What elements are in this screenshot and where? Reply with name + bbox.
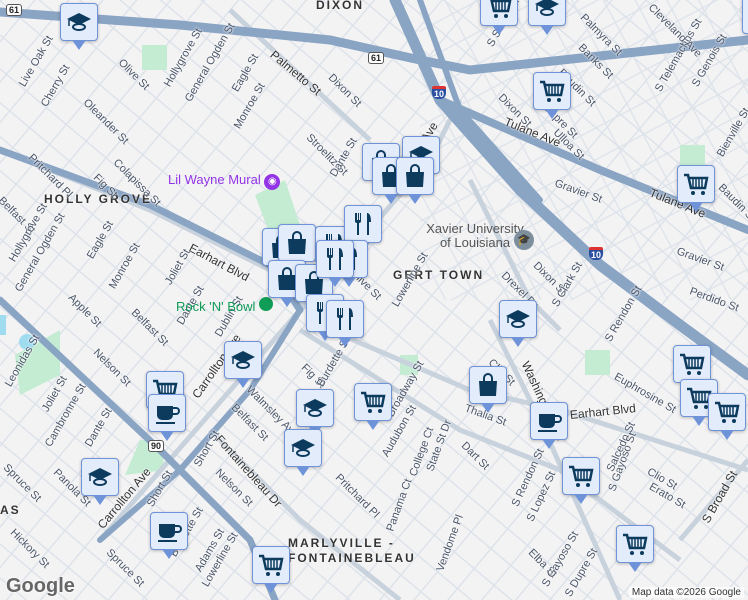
us-90-shield: 90 bbox=[148, 440, 165, 452]
grocery-marker[interactable] bbox=[354, 383, 392, 430]
school-icon bbox=[533, 0, 561, 21]
restaurant-marker[interactable] bbox=[344, 205, 382, 252]
school-icon: 🎓 bbox=[514, 230, 534, 250]
restaurant-icon bbox=[321, 245, 349, 273]
grocery-marker[interactable] bbox=[252, 546, 290, 593]
grocery-marker[interactable] bbox=[616, 525, 654, 572]
cafe-icon bbox=[155, 517, 183, 545]
shopping-icon bbox=[283, 229, 311, 257]
cafe-marker[interactable] bbox=[150, 512, 188, 559]
us-61-shield: 61 bbox=[368, 52, 385, 64]
grocery-icon bbox=[567, 462, 595, 490]
grocery-icon bbox=[538, 77, 566, 105]
poi-label: Rock 'N' Bowl bbox=[176, 299, 256, 314]
grocery-icon bbox=[682, 170, 710, 198]
area-label: FONTAINEBLEAU bbox=[288, 551, 416, 565]
shopping-marker[interactable] bbox=[278, 224, 316, 271]
school-marker[interactable] bbox=[296, 389, 334, 436]
school-marker[interactable] bbox=[284, 429, 322, 476]
school-marker[interactable] bbox=[60, 3, 98, 50]
grocery-icon bbox=[678, 350, 706, 378]
school-marker[interactable] bbox=[224, 341, 262, 388]
poi-xavier-university[interactable]: Xavier University of Louisiana 🎓 bbox=[420, 221, 534, 250]
cafe-marker[interactable] bbox=[148, 394, 186, 441]
grocery-icon bbox=[713, 398, 741, 426]
cafe-icon bbox=[153, 399, 181, 427]
school-icon bbox=[65, 8, 93, 36]
poi-label: Xavier University of Louisiana bbox=[426, 221, 524, 250]
cafe-marker[interactable] bbox=[530, 402, 568, 449]
grocery-marker[interactable] bbox=[480, 0, 518, 35]
grocery-icon bbox=[257, 551, 285, 579]
area-label: DIXON bbox=[316, 0, 365, 12]
grocery-marker[interactable] bbox=[533, 72, 571, 119]
school-marker[interactable] bbox=[81, 458, 119, 505]
poi-rock-n-bowl[interactable]: Rock 'N' Bowl bbox=[176, 297, 273, 314]
poi-label: Lil Wayne Mural bbox=[168, 172, 261, 187]
restaurant-icon bbox=[349, 210, 377, 238]
school-icon bbox=[229, 346, 257, 374]
restaurant-icon bbox=[331, 305, 359, 333]
grocery-marker[interactable] bbox=[673, 345, 711, 392]
school-icon bbox=[301, 394, 329, 422]
grocery-marker[interactable] bbox=[677, 165, 715, 212]
school-icon bbox=[86, 463, 114, 491]
i-10-shield: 10 bbox=[589, 247, 604, 260]
camera-icon: ◉ bbox=[264, 174, 281, 190]
i-10-shield: 10 bbox=[432, 86, 447, 99]
shopping-marker[interactable] bbox=[469, 366, 507, 413]
school-marker[interactable] bbox=[499, 300, 537, 347]
grocery-marker[interactable] bbox=[708, 393, 746, 440]
grocery-marker[interactable] bbox=[742, 0, 748, 34]
cafe-icon bbox=[535, 407, 563, 435]
area-label: MARLYVILLE - bbox=[288, 536, 395, 550]
area-label: AS bbox=[0, 503, 21, 517]
google-logo: Google bbox=[6, 575, 75, 597]
poi-lil-wayne-mural[interactable]: Lil Wayne Mural ◉ bbox=[168, 172, 281, 190]
grocery-icon bbox=[359, 388, 387, 416]
school-marker[interactable] bbox=[528, 0, 566, 35]
school-icon bbox=[504, 305, 532, 333]
restaurant-marker[interactable] bbox=[316, 240, 354, 287]
grocery-icon bbox=[485, 0, 513, 21]
shopping-icon bbox=[474, 371, 502, 399]
map-attribution[interactable]: Map data ©2026 Google bbox=[628, 587, 744, 598]
grocery-icon bbox=[621, 530, 649, 558]
shopping-icon bbox=[401, 162, 429, 190]
us-61-shield: 61 bbox=[6, 4, 23, 16]
grocery-marker[interactable] bbox=[562, 457, 600, 504]
shopping-marker[interactable] bbox=[396, 157, 434, 204]
restaurant-marker[interactable] bbox=[326, 300, 364, 347]
school-icon bbox=[289, 434, 317, 462]
bowling-icon bbox=[259, 297, 273, 311]
